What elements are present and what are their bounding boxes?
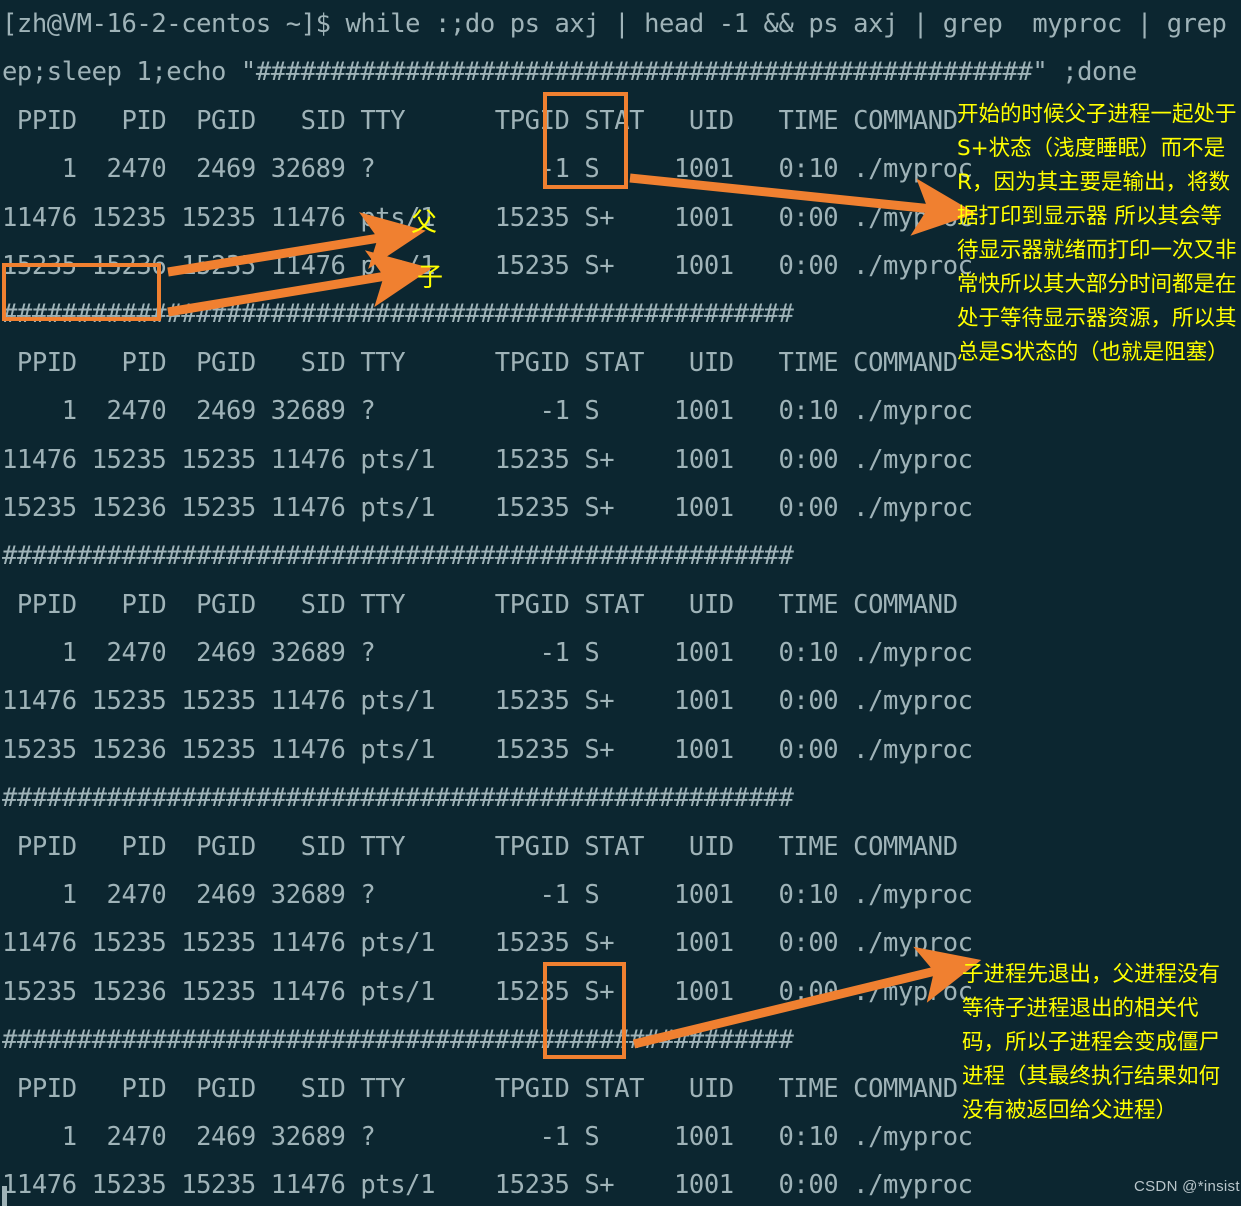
terminal-screenshot: [zh@VM-16-2-centos ~]$ while :;do ps axj… xyxy=(0,0,1241,1206)
ps-data-row: 1 2470 2469 32689 ? -1 S 1001 0:10 ./myp… xyxy=(2,880,973,911)
hash-separator: ########################################… xyxy=(2,541,794,572)
ps-data-row: 11476 15235 15235 11476 pts/1 15235 S+ 1… xyxy=(2,1170,973,1201)
annotation-note-zombie-state: 子进程先退出，父进程没有等待子进程退出的相关代码，所以子进程会变成僵尸进程（其最… xyxy=(962,962,1221,1123)
ps-header-row: PPID PID PGID SID TTY TPGID STAT UID TIM… xyxy=(2,589,958,620)
label-parent-process: 父 xyxy=(411,208,438,238)
ps-data-row: 1 2470 2469 32689 ? -1 S 1001 0:10 ./myp… xyxy=(2,396,973,427)
ps-data-row: 15235 15236 15235 11476 pts/1 15235 S+ 1… xyxy=(2,492,973,523)
hash-separator: ########################################… xyxy=(2,783,794,814)
ps-data-row: 11476 15235 15235 11476 pts/1 15235 S+ 1… xyxy=(2,686,973,717)
ps-header-row: PPID PID PGID SID TTY TPGID STAT UID TIM… xyxy=(2,831,958,862)
annotation-note-sleeping-state: 开始的时候父子进程一起处于S+状态（浅度睡眠）而不是R，因为其主要是输出，将数据… xyxy=(957,102,1237,365)
terminal-cursor xyxy=(2,1186,7,1206)
command-line-part-1: [zh@VM-16-2-centos ~]$ while :;do ps axj… xyxy=(2,9,1241,39)
ps-data-row: 1 2470 2469 32689 ? -1 S 1001 0:10 ./myp… xyxy=(2,638,973,669)
command-line-part-2: ep;sleep 1;echo "#######################… xyxy=(2,57,1137,88)
csdn-watermark: CSDN @*insist xyxy=(1134,1178,1240,1195)
ps-data-row: 11476 15235 15235 11476 pts/1 15235 S+ 1… xyxy=(2,444,973,475)
label-child-process: 子 xyxy=(417,263,444,293)
ps-data-row: 15235 15236 15235 11476 pts/1 15235 S+ 1… xyxy=(2,734,973,765)
